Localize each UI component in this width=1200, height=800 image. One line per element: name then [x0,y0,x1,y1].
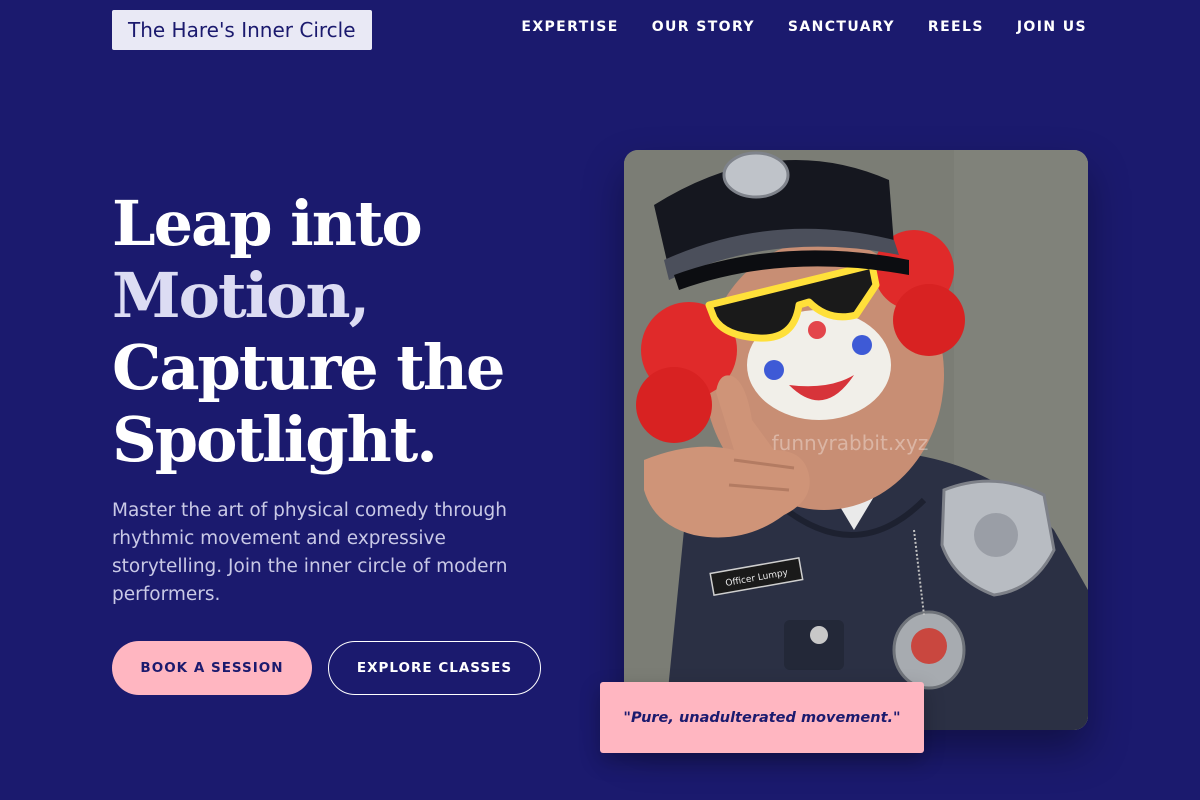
nav-link-our-story[interactable]: OUR STORY [652,19,755,35]
hero-description: Master the art of physical comedy throug… [112,500,508,605]
hero-title-line-1: Leap into [112,187,423,260]
hero-title-line-3: Capture the [112,331,505,404]
brand-logo[interactable]: The Hare's Inner Circle [112,10,372,50]
hero-title-line-2: Motion, [112,259,370,332]
clown-police-officer-illustration: Officer Lumpy funnyrabbit.xyz [624,150,1088,730]
book-session-button[interactable]: BOOK A SESSION [112,641,312,695]
nav-link-sanctuary[interactable]: SANCTUARY [788,19,895,35]
hero-title-line-4: Spotlight. [112,403,438,476]
photo-watermark: funnyrabbit.xyz [772,431,929,455]
nav-link-join-us[interactable]: JOIN US [1017,19,1087,35]
testimonial-quote-text: "Pure, unadulterated movement." [623,709,901,726]
hero-photo: Officer Lumpy funnyrabbit.xyz [624,150,1088,730]
nav-link-expertise[interactable]: EXPERTISE [521,19,618,35]
hero-title: Leap into Motion, Capture the Spotlight. [112,188,572,476]
testimonial-quote-card: "Pure, unadulterated movement." [600,682,924,753]
explore-classes-button[interactable]: EXPLORE CLASSES [328,641,541,695]
nav-links: EXPERTISE OUR STORY SANCTUARY REELS JOIN… [521,19,1087,35]
nav-link-reels[interactable]: REELS [928,19,984,35]
top-navigation: The Hare's Inner Circle EXPERTISE OUR ST… [0,0,1200,60]
